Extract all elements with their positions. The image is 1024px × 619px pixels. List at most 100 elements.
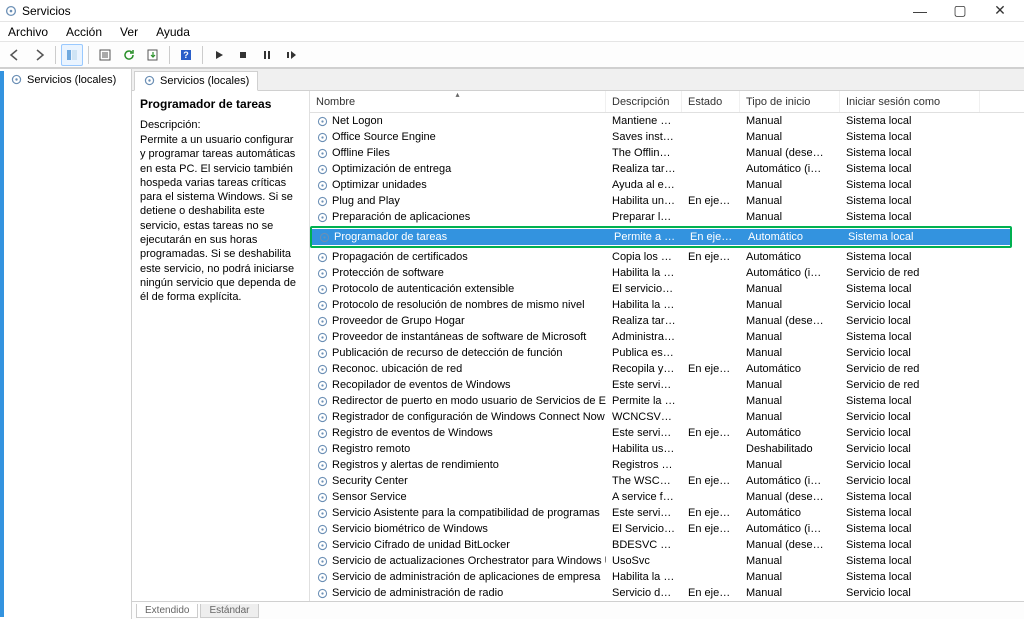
cell-desc: Servicio de a…	[606, 587, 682, 599]
back-button[interactable]	[4, 44, 26, 66]
cell-estado: En ejecu…	[682, 587, 740, 599]
cell-nombre: Protocolo de resolución de nombres de mi…	[310, 299, 606, 312]
minimize-button[interactable]: —	[900, 0, 940, 22]
col-estado[interactable]: Estado	[682, 91, 740, 112]
cell-login: Servicio local	[840, 475, 980, 487]
export-button[interactable]	[142, 44, 164, 66]
cell-login: Sistema local	[840, 539, 980, 551]
cell-nombre: Registro de eventos de Windows	[310, 427, 606, 440]
cell-estado: En ejecu…	[682, 523, 740, 535]
tab-servicios-locales[interactable]: Servicios (locales)	[134, 71, 258, 91]
service-row[interactable]: Preparación de aplicacionesPreparar las …	[310, 209, 1024, 225]
col-login[interactable]: Iniciar sesión como	[840, 91, 980, 112]
cell-tipo: Automático (i…	[740, 163, 840, 175]
col-descripcion[interactable]: Descripción	[606, 91, 682, 112]
service-row[interactable]: Net LogonMantiene u…ManualSistema local	[310, 113, 1024, 129]
service-gear-icon	[316, 539, 329, 552]
start-service-button[interactable]	[208, 44, 230, 66]
service-gear-icon	[316, 179, 329, 192]
restart-service-button[interactable]	[280, 44, 302, 66]
close-button[interactable]: ✕	[980, 0, 1020, 22]
nav-root-item[interactable]: Servicios (locales)	[6, 71, 131, 88]
refresh-button[interactable]	[118, 44, 140, 66]
cell-login: Servicio de red	[840, 267, 980, 279]
service-row[interactable]: Optimización de entregaRealiza tarea…Aut…	[310, 161, 1024, 177]
cell-nombre: Net Logon	[310, 115, 606, 128]
show-hide-tree-button[interactable]	[61, 44, 83, 66]
cell-nombre: Plug and Play	[310, 195, 606, 208]
service-row[interactable]: Security CenterThe WSCSV…En ejecu…Automá…	[310, 473, 1024, 489]
service-row[interactable]: Servicio de administración de aplicacion…	[310, 569, 1024, 585]
service-gear-icon	[316, 507, 329, 520]
service-row[interactable]: Protocolo de autenticación extensibleEl …	[310, 281, 1024, 297]
service-row[interactable]: Publicación de recurso de detección de f…	[310, 345, 1024, 361]
btab-estandar[interactable]: Estándar	[200, 604, 258, 618]
cell-desc: Mantiene u…	[606, 115, 682, 127]
service-row[interactable]: Registros y alertas de rendimientoRegist…	[310, 457, 1024, 473]
cell-desc: El Servicio bi…	[606, 523, 682, 535]
help-button[interactable]: ?	[175, 44, 197, 66]
service-row[interactable]: Protección de softwareHabilita la d…Auto…	[310, 265, 1024, 281]
service-row[interactable]: Recopilador de eventos de WindowsEste se…	[310, 377, 1024, 393]
menu-ayuda[interactable]: Ayuda	[152, 23, 194, 41]
forward-button[interactable]	[28, 44, 50, 66]
pause-service-button[interactable]	[256, 44, 278, 66]
cell-login: Sistema local	[840, 283, 980, 295]
service-row[interactable]: Registro de eventos de WindowsEste servi…	[310, 425, 1024, 441]
service-row[interactable]: Servicio Cifrado de unidad BitLockerBDES…	[310, 537, 1024, 553]
cell-login: Sistema local	[840, 211, 980, 223]
service-row[interactable]: Servicio de actualizaciones Orchestrator…	[310, 553, 1024, 569]
service-row[interactable]: Plug and PlayHabilita un …En ejecu…Manua…	[310, 193, 1024, 209]
service-name: Plug and Play	[332, 195, 400, 207]
btab-extendido[interactable]: Extendido	[136, 604, 198, 618]
cell-desc: A service for…	[606, 491, 682, 503]
cell-nombre: Registrador de configuración de Windows …	[310, 411, 606, 424]
cell-desc: Habilita la a…	[606, 571, 682, 583]
cell-tipo: Manual	[740, 211, 840, 223]
cell-nombre: Propagación de certificados	[310, 251, 606, 264]
cell-login: Sistema local	[840, 179, 980, 191]
service-gear-icon	[318, 231, 331, 244]
menu-ver[interactable]: Ver	[116, 23, 142, 41]
col-nombre[interactable]: Nombre ▴	[310, 91, 606, 112]
cell-login: Servicio local	[840, 443, 980, 455]
service-row[interactable]: Programador de tareasPermite a u…En ejec…	[312, 229, 1010, 245]
service-row[interactable]: Registro remotoHabilita usu…Deshabilitad…	[310, 441, 1024, 457]
col-tipo[interactable]: Tipo de inicio	[740, 91, 840, 112]
service-row[interactable]: Redirector de puerto en modo usuario de …	[310, 393, 1024, 409]
service-row[interactable]: Servicio Asistente para la compatibilida…	[310, 505, 1024, 521]
service-row[interactable]: Protocolo de resolución de nombres de mi…	[310, 297, 1024, 313]
service-name: Sensor Service	[332, 491, 407, 503]
maximize-button[interactable]: ▢	[940, 0, 980, 22]
service-name: Office Source Engine	[332, 131, 436, 143]
col-nombre-label: Nombre	[316, 96, 355, 108]
menu-archivo[interactable]: Archivo	[4, 23, 52, 41]
cell-nombre: Servicio Asistente para la compatibilida…	[310, 507, 606, 520]
service-row[interactable]: Proveedor de Grupo HogarRealiza tarea…Ma…	[310, 313, 1024, 329]
sort-asc-icon: ▴	[455, 91, 459, 99]
cell-nombre: Servicio biométrico de Windows	[310, 523, 606, 536]
service-row[interactable]: Office Source EngineSaves install…Manual…	[310, 129, 1024, 145]
service-row[interactable]: Reconoc. ubicación de redRecopila y al…E…	[310, 361, 1024, 377]
service-row[interactable]: Sensor ServiceA service for…Manual (dese…	[310, 489, 1024, 505]
service-name: Registro remoto	[332, 443, 410, 455]
service-row[interactable]: Registrador de configuración de Windows …	[310, 409, 1024, 425]
service-gear-icon	[316, 283, 329, 296]
service-row[interactable]: Servicio de administración de radioServi…	[310, 585, 1024, 601]
service-row[interactable]: Proveedor de instantáneas de software de…	[310, 329, 1024, 345]
service-row[interactable]: Propagación de certificadosCopia los ce……	[310, 249, 1024, 265]
details-desc-text: Permite a un usuario configurar y progra…	[140, 133, 301, 305]
service-name: Registro de eventos de Windows	[332, 427, 493, 439]
stop-service-button[interactable]	[232, 44, 254, 66]
menu-accion[interactable]: Acción	[62, 23, 106, 41]
properties-button[interactable]	[94, 44, 116, 66]
service-row[interactable]: Offline FilesThe Offline …Manual (dese…S…	[310, 145, 1024, 161]
rows-container[interactable]: Net LogonMantiene u…ManualSistema localO…	[310, 113, 1024, 601]
cell-desc: Realiza tarea…	[606, 163, 682, 175]
service-name: Servicio de administración de aplicacion…	[332, 571, 600, 583]
service-gear-icon	[316, 491, 329, 504]
service-row[interactable]: Optimizar unidadesAyuda al eq…ManualSist…	[310, 177, 1024, 193]
service-row[interactable]: Servicio biométrico de WindowsEl Servici…	[310, 521, 1024, 537]
cell-desc: Saves install…	[606, 131, 682, 143]
cell-login: Servicio de red	[840, 379, 980, 391]
